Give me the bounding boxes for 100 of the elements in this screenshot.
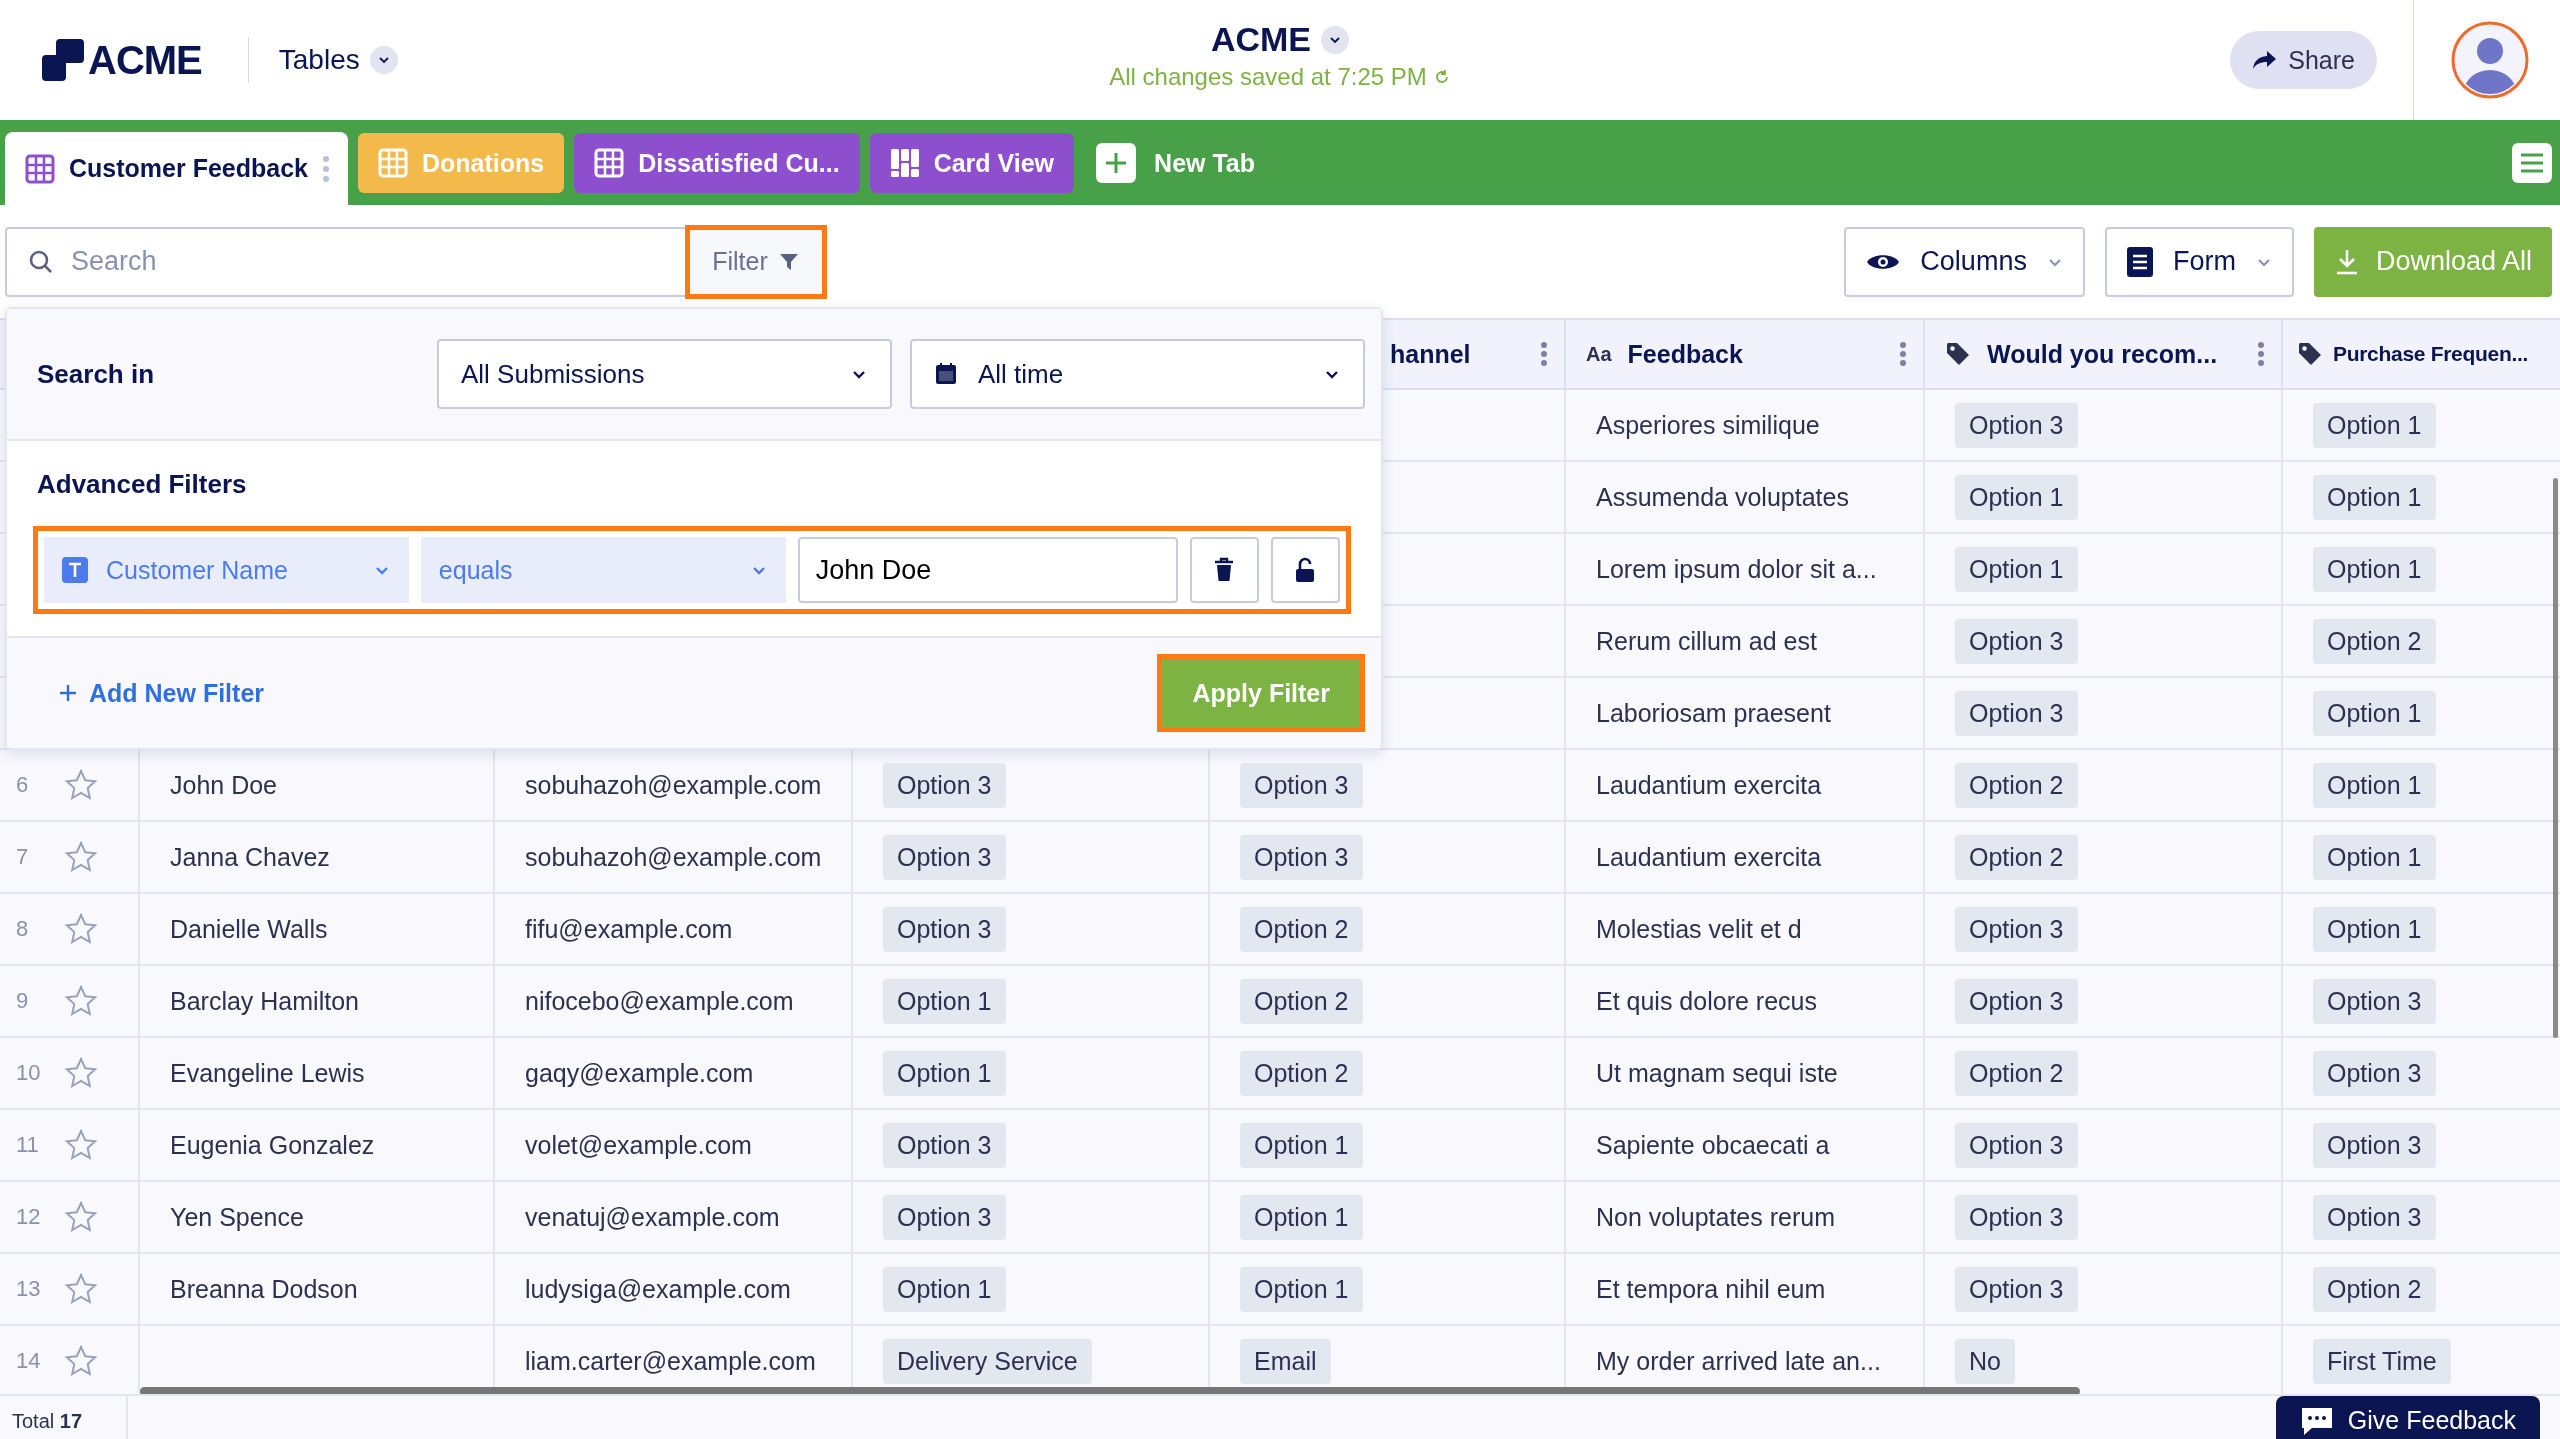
tab[interactable]: Dissatisfied Cu... xyxy=(574,133,860,193)
row-number: 10 xyxy=(16,1060,41,1086)
unlock-icon xyxy=(1294,557,1317,583)
option-tag: Option 1 xyxy=(1955,474,2078,520)
star-icon[interactable] xyxy=(65,841,97,873)
table-cell: Laudantium exercita xyxy=(1596,842,1822,872)
table-cell: Non voluptates rerum xyxy=(1596,1202,1835,1232)
text-field-icon xyxy=(62,557,88,583)
add-filter-link[interactable]: Add New Filter xyxy=(57,678,264,708)
option-tag: Email xyxy=(1240,1338,1331,1384)
tab[interactable]: Card View xyxy=(869,133,1075,193)
search-field[interactable]: Search xyxy=(5,226,685,297)
option-tag: Option 3 xyxy=(2313,1122,2436,1168)
option-tag: Option 3 xyxy=(883,906,1006,952)
table-cell: ludysiga@example.com xyxy=(525,1274,791,1304)
value-field[interactable]: John Doe xyxy=(797,537,1178,603)
share-button[interactable]: Share xyxy=(2230,31,2377,89)
kebab-icon[interactable] xyxy=(321,154,330,183)
table-cell: Asperiores similique xyxy=(1596,410,1820,440)
table-cell: volet@example.com xyxy=(525,1130,752,1160)
columns-button[interactable]: Columns xyxy=(1844,226,2085,297)
star-icon[interactable] xyxy=(65,769,97,801)
delete-button[interactable] xyxy=(1189,537,1259,603)
chevron-icon xyxy=(369,46,398,74)
table-cell: My order arrived late an... xyxy=(1596,1346,1881,1376)
table-cell: Laboriosam praesent xyxy=(1596,698,1831,728)
form-button[interactable]: Form xyxy=(2104,226,2294,297)
option-tag: Option 1 xyxy=(883,1050,1006,1096)
option-tag: No xyxy=(1955,1338,2015,1384)
calendar-icon xyxy=(934,362,958,386)
scope-dropdown[interactable]: All Submissions xyxy=(437,339,892,409)
document-icon xyxy=(2126,246,2153,277)
star-icon[interactable] xyxy=(65,1273,97,1305)
grid-icon xyxy=(377,148,408,178)
option-tag: Option 1 xyxy=(2313,906,2436,952)
table-cell: liam.carter@example.com xyxy=(525,1346,816,1376)
option-tag: Option 3 xyxy=(883,762,1006,808)
star-icon[interactable] xyxy=(65,1129,97,1161)
kebab-icon[interactable] xyxy=(1899,341,1907,367)
row-number: 12 xyxy=(16,1204,41,1230)
table-cell: gaqy@example.com xyxy=(525,1058,754,1088)
star-icon[interactable] xyxy=(65,1345,97,1377)
option-tag: Option 2 xyxy=(1240,978,1363,1024)
tables-menu[interactable]: Tables xyxy=(278,44,398,76)
option-tag: Option 1 xyxy=(883,978,1006,1024)
option-tag: Option 1 xyxy=(2313,762,2436,808)
star-icon[interactable] xyxy=(65,1201,97,1233)
column-header[interactable]: Feedback xyxy=(1627,339,1883,369)
option-tag: Option 3 xyxy=(2313,978,2436,1024)
option-tag: Option 1 xyxy=(2313,402,2436,448)
row-number: 7 xyxy=(16,844,29,870)
chat-icon xyxy=(2299,1406,2334,1436)
table-cell: Laudantium exercita xyxy=(1596,770,1822,800)
search-in-label: Search in xyxy=(37,358,155,390)
star-icon[interactable] xyxy=(65,913,97,945)
option-tag: Option 3 xyxy=(1955,690,2078,736)
scrollbar[interactable] xyxy=(2553,478,2558,1038)
plus-icon xyxy=(57,682,79,704)
form-title[interactable]: ACME xyxy=(1210,20,1350,59)
option-tag: Option 3 xyxy=(883,1122,1006,1168)
option-tag: Option 3 xyxy=(1955,1194,2078,1240)
table-cell: venatuj@example.com xyxy=(525,1202,780,1232)
logo-icon xyxy=(42,39,84,81)
table-cell: Danielle Walls xyxy=(170,914,328,944)
table-cell: Et quis dolore recus xyxy=(1596,986,1817,1016)
option-tag: Option 3 xyxy=(883,834,1006,880)
option-tag: Option 1 xyxy=(2313,546,2436,592)
option-tag: Option 2 xyxy=(2313,1266,2436,1312)
option-tag: Option 3 xyxy=(1955,402,2078,448)
kebab-icon[interactable] xyxy=(2257,341,2265,367)
option-tag: Option 1 xyxy=(883,1266,1006,1312)
row-number: 14 xyxy=(16,1348,41,1374)
table-cell: sobuhazoh@example.com xyxy=(525,842,822,872)
table-cell: Et tempora nihil eum xyxy=(1596,1274,1826,1304)
menu-icon[interactable] xyxy=(2512,142,2552,183)
trash-icon xyxy=(1213,557,1236,583)
text-type-icon: Aa xyxy=(1586,342,1612,366)
lock-button[interactable] xyxy=(1270,537,1340,603)
chevron-icon xyxy=(1321,25,1350,54)
option-tag: Option 3 xyxy=(883,1194,1006,1240)
option-tag: Option 1 xyxy=(1240,1194,1363,1240)
table-cell: Ut magnam sequi iste xyxy=(1596,1058,1838,1088)
scrollbar[interactable] xyxy=(140,1387,2080,1394)
table-cell: sobuhazoh@example.com xyxy=(525,770,822,800)
tab[interactable]: Customer Feedback xyxy=(5,132,348,205)
date-dropdown[interactable]: All time xyxy=(910,339,1365,409)
star-icon[interactable] xyxy=(65,1057,97,1089)
avatar-icon[interactable] xyxy=(2450,20,2530,100)
column-header[interactable]: Would you recom... xyxy=(1987,339,2241,369)
grid-icon xyxy=(594,148,625,178)
column-header[interactable]: Purchase Frequen... xyxy=(2333,342,2560,366)
logo-text: ACME xyxy=(88,37,202,83)
give-feedback-button[interactable]: Give Feedback xyxy=(2275,1396,2540,1439)
plus-icon xyxy=(1096,143,1137,183)
filter-button[interactable]: Filter xyxy=(685,224,827,299)
star-icon[interactable] xyxy=(65,985,97,1017)
table-cell: Yen Spence xyxy=(170,1202,304,1232)
option-tag: Option 2 xyxy=(2313,618,2436,664)
kebab-icon[interactable] xyxy=(1540,341,1548,367)
table-cell: Eugenia Gonzalez xyxy=(170,1130,375,1160)
